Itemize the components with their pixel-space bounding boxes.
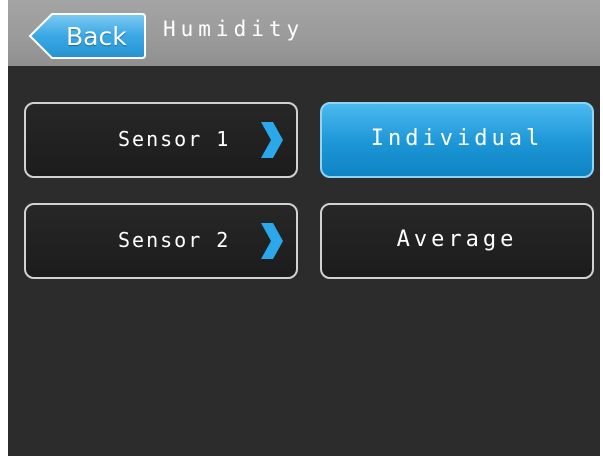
back-label: Back	[66, 22, 127, 51]
chevron-right-icon	[261, 122, 283, 158]
sensor-1-label: Sensor 1	[118, 127, 231, 151]
sensor-2-label: Sensor 2	[118, 228, 231, 252]
header-bar: Back Humidity	[8, 0, 600, 66]
average-label: Average	[396, 227, 518, 252]
sensor-2-button[interactable]: Sensor 2	[24, 203, 298, 279]
page-title: Humidity	[163, 17, 305, 41]
sensor-1-button[interactable]: Sensor 1	[24, 102, 298, 178]
chevron-right-icon	[261, 223, 283, 259]
average-mode-button[interactable]: Average	[320, 203, 594, 279]
individual-label: Individual	[370, 126, 544, 151]
screen: Back Humidity Sensor 1 Individual Sensor…	[8, 0, 600, 456]
back-button[interactable]: Back	[28, 13, 146, 59]
individual-mode-button[interactable]: Individual	[320, 102, 594, 178]
